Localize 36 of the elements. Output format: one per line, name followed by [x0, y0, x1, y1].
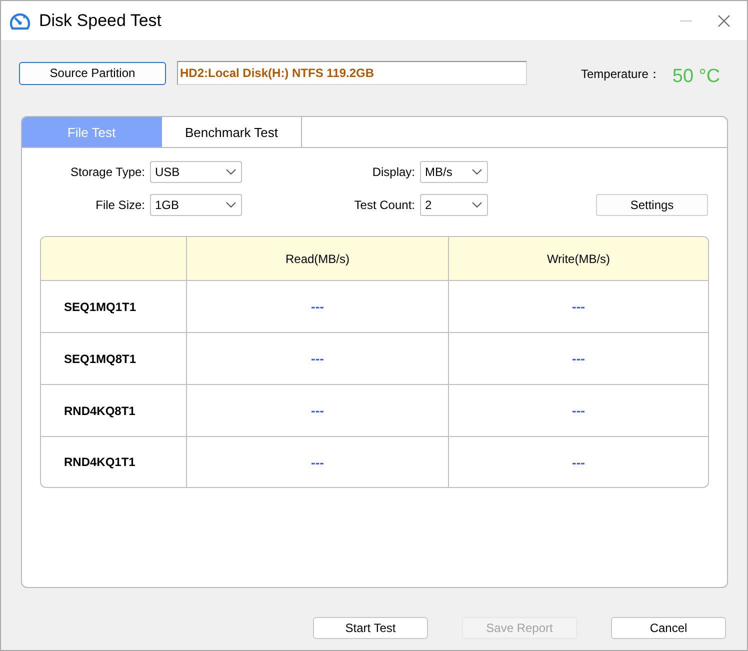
chevron-icon — [226, 169, 236, 175]
option-label: Storage Type: — [70, 165, 146, 179]
read-value-cell: --- — [187, 281, 449, 333]
dropdown[interactable]: 2 — [420, 194, 488, 216]
option-label: Display: — [371, 165, 416, 179]
temperature-value: 50 °C — [672, 66, 720, 88]
window-title: Disk Speed Test — [39, 10, 162, 30]
read-value-cell: --- — [187, 333, 449, 385]
dropdown[interactable]: MB/s — [420, 161, 488, 183]
option-label: Test Count: — [353, 198, 416, 212]
chevron-icon — [472, 169, 482, 175]
write-value-cell: --- — [449, 281, 708, 333]
dropdown[interactable]: 1GB — [150, 194, 242, 216]
settings-button[interactable]: Settings — [596, 194, 708, 216]
column-header: Write(MB/s) — [449, 237, 708, 281]
read-value-cell: --- — [187, 437, 449, 487]
write-value-cell: --- — [449, 385, 708, 437]
temperature-label: Temperature： — [581, 66, 660, 82]
column-header: Read(MB/s) — [187, 237, 449, 281]
action-button[interactable]: Cancel — [611, 617, 726, 639]
row-header: RND4KQ8T1 — [41, 385, 187, 437]
chevron-icon — [226, 202, 236, 208]
row-header: RND4KQ1T1 — [41, 437, 187, 487]
write-value-cell-text: --- — [571, 454, 586, 472]
gauge-icon — [9, 10, 31, 30]
row-header: SEQ1MQ8T1 — [41, 333, 187, 385]
close-icon[interactable] — [718, 14, 730, 26]
row-header: SEQ1MQ1T1 — [41, 281, 187, 333]
option-label: File Size: — [94, 198, 146, 212]
read-value-cell: --- — [187, 385, 449, 437]
chevron-icon — [472, 202, 482, 208]
write-value-cell: --- — [449, 333, 708, 385]
source-partition-field[interactable]: HD2:Local Disk(H:) NTFS 119.2GB — [177, 61, 527, 85]
source-partition-button[interactable]: Source Partition — [19, 62, 166, 84]
action-button[interactable]: Start Test — [313, 617, 428, 639]
dropdown[interactable]: USB — [150, 161, 242, 183]
